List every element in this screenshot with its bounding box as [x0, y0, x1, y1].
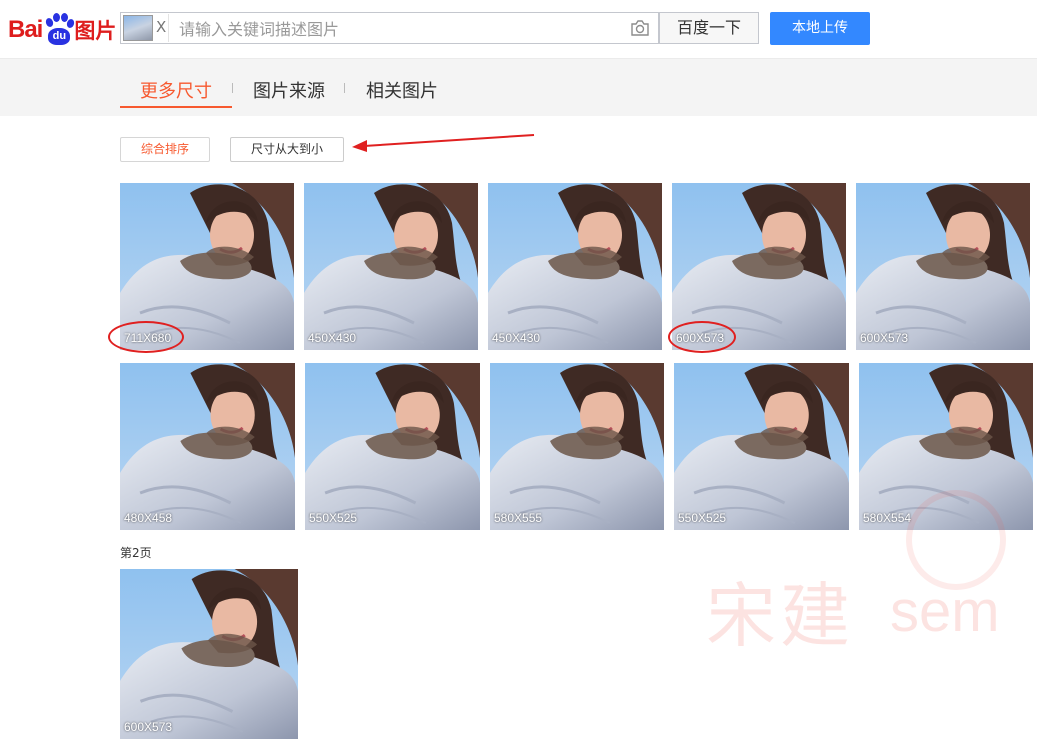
sort-size-desc-button[interactable]: 尺寸从大到小 [230, 137, 344, 162]
sort-default-button[interactable]: 综合排序 [120, 137, 210, 162]
remove-query-image-button[interactable]: X [156, 18, 166, 36]
annotation-circle [668, 321, 736, 353]
image-size-label: 580X555 [494, 511, 543, 525]
result-image-card[interactable]: 580X555 [490, 363, 664, 530]
logo-bai-text: Bai [8, 16, 43, 43]
logo-pic-text: 图片 [74, 19, 117, 43]
result-image-card[interactable]: 480X458 [120, 363, 295, 530]
photo [674, 363, 849, 530]
tab-more-sizes[interactable]: 更多尺寸 [140, 77, 212, 103]
result-image-card[interactable]: 600X573 [120, 569, 298, 739]
search-button[interactable]: 百度一下 [659, 12, 759, 44]
header: Bai du 图片 X 百度一下 本地上传 [0, 0, 1037, 58]
result-image-card[interactable]: 600X573 [856, 183, 1030, 350]
watermark-sem: sem [890, 579, 1000, 644]
image-size-label: 480X458 [124, 511, 173, 525]
camera-icon[interactable] [630, 19, 650, 37]
image-size-label: 450X430 [492, 331, 541, 345]
photo [120, 363, 295, 530]
photo [488, 183, 662, 350]
query-image-thumbnail[interactable]: X [122, 14, 169, 42]
watermark-text: 宋建 [706, 575, 854, 657]
photo [856, 183, 1030, 350]
upload-local-button[interactable]: 本地上传 [770, 12, 870, 45]
page-2-label: 第2页 [120, 546, 152, 560]
tab-related-images[interactable]: 相关图片 [366, 77, 438, 103]
image-size-label: 580X554 [863, 511, 912, 525]
photo [304, 183, 478, 350]
tab-bar: 更多尺寸 图片来源 相关图片 [0, 58, 1037, 116]
logo-du-text: du [48, 28, 71, 45]
query-image [123, 15, 153, 41]
image-size-label: 550X525 [678, 511, 727, 525]
image-size-label: 600X573 [124, 720, 173, 734]
annotation-circle [108, 321, 184, 353]
result-image-card[interactable]: 550X525 [305, 363, 480, 530]
watermark-logo-icon [906, 490, 1006, 590]
photo [490, 363, 664, 530]
search-box: X [120, 12, 659, 44]
result-image-card[interactable]: 550X525 [674, 363, 849, 530]
tab-divider [232, 83, 233, 93]
image-size-label: 600X573 [860, 331, 909, 345]
result-image-card[interactable]: 450X430 [304, 183, 478, 350]
paw-icon: du [43, 13, 76, 47]
photo [305, 363, 480, 530]
photo [120, 569, 298, 739]
image-size-label: 450X430 [308, 331, 357, 345]
result-image-card[interactable]: 450X430 [488, 183, 662, 350]
search-input[interactable] [177, 16, 621, 42]
active-tab-underline [120, 106, 232, 108]
annotation-arrow [352, 134, 535, 152]
tab-divider [344, 83, 345, 93]
baidu-image-logo[interactable]: Bai du 图片 [8, 10, 116, 50]
tab-image-source[interactable]: 图片来源 [253, 77, 325, 103]
image-size-label: 550X525 [309, 511, 358, 525]
